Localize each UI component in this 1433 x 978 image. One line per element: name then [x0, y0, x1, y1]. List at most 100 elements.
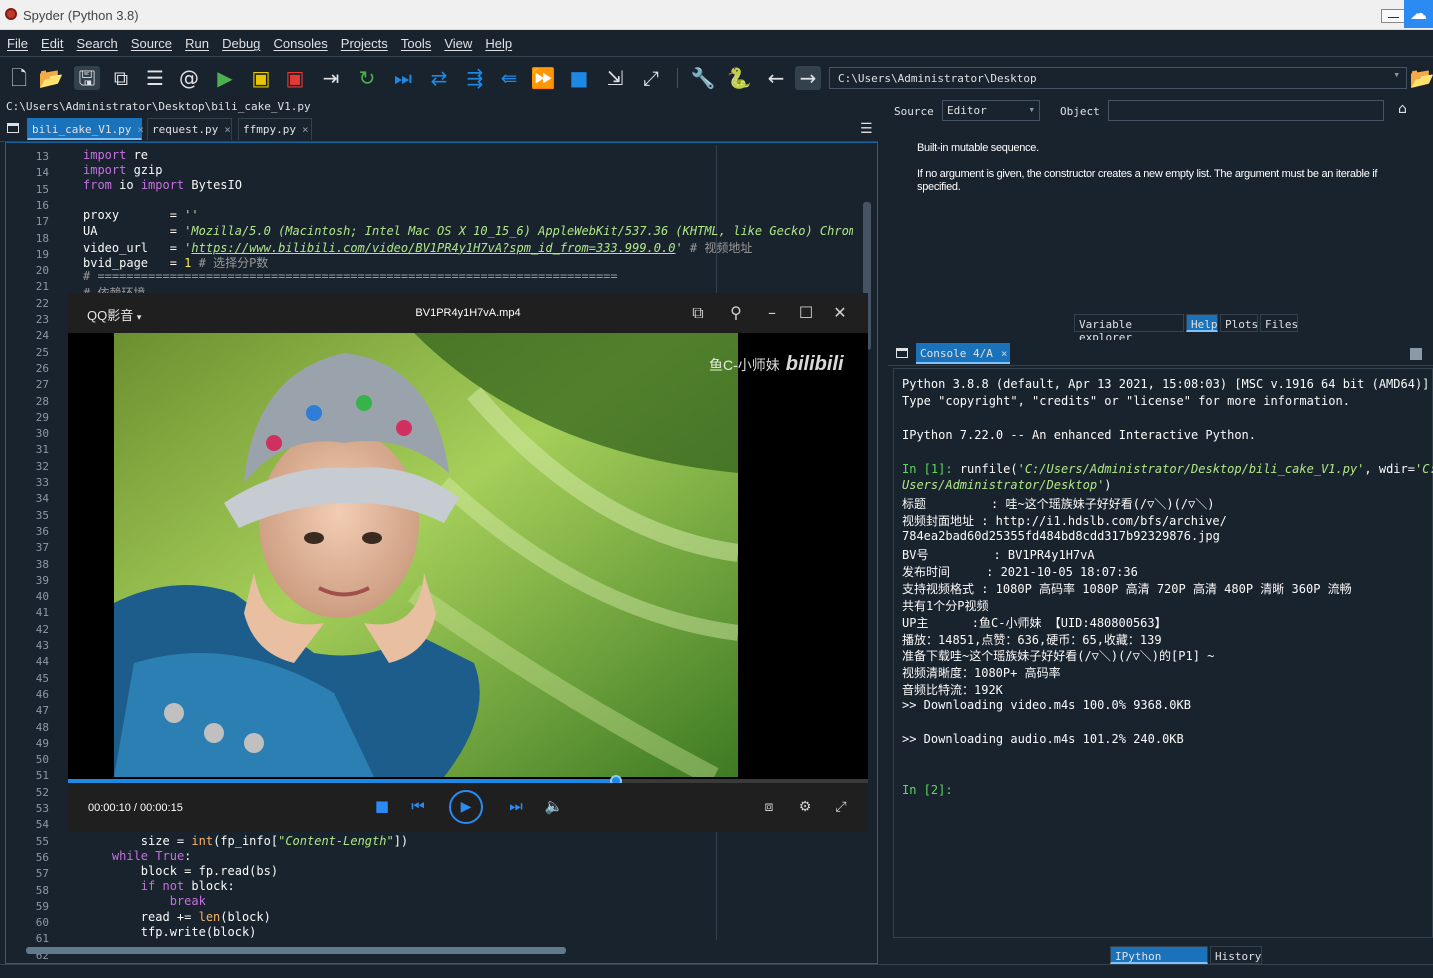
close-icon[interactable]: × [302, 123, 309, 136]
source-select[interactable]: Editor ▾ [942, 100, 1040, 121]
help-header: Source Editor ▾ Object ⌂ [888, 95, 1433, 125]
close-icon[interactable]: × [1001, 347, 1008, 360]
line-number: 60 [35, 916, 49, 930]
run-cell-icon[interactable]: ▣ [248, 66, 274, 90]
line-number: 30 [35, 427, 49, 441]
line-number: 13 [35, 150, 49, 163]
tab-console[interactable]: Console 4/A × [916, 343, 1010, 364]
minimize-button[interactable] [1381, 9, 1405, 23]
console-line: Users/Administrator/Desktop') [902, 478, 1112, 493]
maximize-icon[interactable]: ☐ [796, 303, 816, 322]
menu-debug[interactable]: Debug [222, 36, 260, 51]
line-number: 43 [35, 639, 49, 652]
tab-label: request.py [152, 123, 219, 136]
volume-icon[interactable]: 🔈 [544, 797, 564, 815]
menu-run[interactable]: Run [185, 36, 209, 51]
outline-icon[interactable]: ☰ [142, 66, 168, 90]
pane-window-icon[interactable] [7, 123, 19, 133]
stop-kernel-icon[interactable] [1410, 348, 1422, 360]
menu-source[interactable]: Source [131, 36, 172, 51]
menu-file[interactable]: File [7, 36, 28, 51]
new-file-icon[interactable]: 🗋 [6, 66, 32, 90]
console-output[interactable]: Python 3.8.8 (default, Apr 13 2021, 15:0… [893, 368, 1433, 938]
back-arrow-icon[interactable]: ← [763, 66, 789, 90]
object-input[interactable] [1108, 100, 1384, 121]
maximize-pane-icon[interactable]: ⇲ [602, 66, 628, 90]
chevron-down-icon[interactable]: ▾ [1393, 68, 1400, 81]
play-button[interactable]: ▶ [449, 790, 483, 824]
tab-help[interactable]: Help [1186, 314, 1218, 332]
menu-edit[interactable]: Edit [41, 36, 63, 51]
save-all-icon[interactable]: ⧉ [108, 66, 134, 90]
line-number: 59 [35, 899, 49, 913]
line-number: 52 [35, 785, 49, 799]
close-icon[interactable]: × [137, 123, 144, 136]
stop-icon[interactable]: ■ [372, 797, 392, 815]
hamburger-menu-icon[interactable]: ☰ [860, 121, 873, 137]
line-number: 34 [35, 492, 49, 506]
line-number: 40 [35, 590, 49, 604]
tab-request[interactable]: request.py × [147, 118, 232, 140]
code-line: block = fp.read(bs) [83, 864, 279, 879]
editor-horizontal-scrollbar[interactable] [26, 945, 846, 955]
mini-mode-icon[interactable]: ⧉ [688, 303, 708, 323]
line-number: 29 [35, 410, 49, 424]
step-into-icon[interactable]: ⇶ [462, 66, 488, 90]
scroll-thumb[interactable] [26, 947, 566, 954]
save-icon[interactable]: 🖫 [74, 66, 100, 90]
tab-history[interactable]: History [1210, 946, 1262, 964]
previous-icon[interactable]: ⏮ [408, 797, 428, 815]
code-line: UA = 'Mozilla/5.0 (Macintosh; Intel Mac … [83, 223, 853, 238]
working-directory-input[interactable]: C:\Users\Administrator\Desktop ▾ [829, 67, 1407, 89]
run-selection-icon[interactable]: ⇥ [318, 66, 344, 90]
menu-tools[interactable]: Tools [401, 36, 431, 51]
editor-tab-bar: bili_cake_V1.py × request.py × ffmpy.py × [0, 116, 878, 142]
browse-folder-icon[interactable]: 📂 [1409, 66, 1433, 90]
forward-arrow-icon[interactable]: → [795, 66, 821, 90]
run-icon[interactable]: ▶ [212, 66, 238, 90]
tab-ipython-console[interactable]: IPython console [1110, 946, 1208, 976]
screenshot-icon[interactable]: ⧈ [759, 799, 779, 815]
close-icon[interactable]: × [224, 123, 231, 136]
fullscreen-icon[interactable]: ⤢ [638, 66, 664, 90]
pin-icon[interactable]: ⚲ [726, 303, 746, 322]
python-icon[interactable]: 🐍 [726, 66, 752, 90]
line-number: 39 [35, 573, 49, 587]
menu-search[interactable]: Search [77, 36, 118, 51]
step-return-icon[interactable]: ⇚ [496, 66, 522, 90]
line-number: 42 [35, 622, 49, 636]
debug-icon[interactable]: ⏭ [390, 66, 416, 90]
video-frame[interactable]: 鱼C-小师妹 bilibili [68, 333, 868, 779]
minimize-icon[interactable]: – [762, 303, 782, 322]
wrench-icon[interactable]: 🔧 [690, 66, 716, 90]
code-line: tfp.write(block) [83, 924, 257, 939]
stop-icon[interactable]: ■ [566, 66, 592, 90]
open-folder-icon[interactable]: 📂 [38, 66, 64, 90]
tab-plots[interactable]: Plots [1220, 314, 1258, 332]
cloud-icon[interactable]: ☁ [1404, 0, 1433, 28]
player-header: QQ影音 ▾ BV1PR4y1H7vA.mp4 ⧉ ⚲ – ☐ ✕ [68, 293, 868, 333]
home-icon[interactable]: ⌂ [1398, 101, 1407, 117]
pane-window-icon[interactable] [896, 348, 908, 358]
close-icon[interactable]: ✕ [830, 303, 850, 322]
menu-view[interactable]: View [444, 36, 472, 51]
console-line: 视频封面地址 : http://i1.hdslb.com/bfs/archive… [902, 514, 1227, 529]
run-cell-advance-icon[interactable]: ▣ [282, 66, 308, 90]
continue-icon[interactable]: ⏩ [530, 66, 556, 90]
at-icon[interactable]: @ [176, 66, 202, 90]
window-title: Spyder (Python 3.8) [23, 8, 139, 23]
tab-variable-explorer[interactable]: Variable explorer [1074, 314, 1184, 344]
menu-help[interactable]: Help [485, 36, 512, 51]
console-line: UP主 :鱼C-小师妹 【UID:480800563】 [902, 615, 1167, 630]
fullscreen-icon[interactable]: ⤢ [831, 799, 851, 815]
tab-bili-cake[interactable]: bili_cake_V1.py × [27, 118, 144, 140]
tab-files[interactable]: Files [1260, 314, 1298, 332]
menu-projects[interactable]: Projects [341, 36, 388, 51]
next-icon[interactable]: ⏭ [506, 797, 526, 815]
step-icon[interactable]: ⇄ [426, 66, 452, 90]
tab-ffmpy[interactable]: ffmpy.py × [238, 118, 312, 140]
settings-icon[interactable]: ⚙ [795, 799, 815, 815]
menu-consoles[interactable]: Consoles [274, 36, 328, 51]
console-line: 准备下载哇~这个瑶族妹子好好看(/▽＼)(/▽＼)的[P1] ~ [902, 649, 1215, 664]
rerun-icon[interactable]: ↻ [354, 66, 380, 90]
